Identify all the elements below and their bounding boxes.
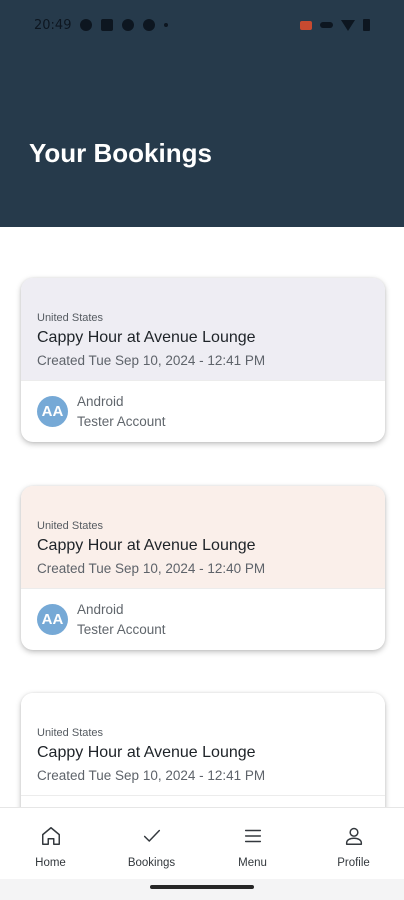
notification-icon: [80, 19, 93, 31]
bottom-nav: Home Bookings Menu Profile: [0, 807, 404, 879]
user-last-name: Tester Account: [77, 413, 166, 429]
booking-title: Cappy Hour at Avenue Lounge: [37, 744, 256, 761]
nav-bookings-label: Bookings: [127, 857, 176, 869]
booking-country: United States: [37, 312, 104, 324]
booking-title: Cappy Hour at Avenue Lounge: [37, 537, 256, 554]
nav-home[interactable]: Home: [0, 808, 101, 879]
page-title: Your Bookings: [29, 138, 212, 168]
nav-profile-label: Profile: [337, 857, 370, 869]
user-first-name: Android: [77, 601, 124, 617]
android-icon: [143, 19, 156, 31]
more-notifications-icon: [164, 23, 169, 27]
booking-user: AA Android Tester Account: [21, 380, 385, 442]
app-notification-icon: [101, 19, 114, 31]
booking-created: Created Tue Sep 10, 2024 - 12:41 PM: [37, 353, 266, 368]
gesture-handle[interactable]: [150, 885, 254, 889]
booking-user: [21, 795, 385, 807]
status-right: [300, 19, 370, 31]
nav-bookings[interactable]: Bookings: [101, 808, 202, 879]
nav-menu[interactable]: Menu: [202, 808, 303, 879]
booking-title: Cappy Hour at Avenue Lounge: [37, 329, 256, 346]
check-icon: [141, 825, 163, 847]
booking-card[interactable]: United States Cappy Hour at Avenue Loung…: [21, 486, 385, 650]
user-last-name: Tester Account: [77, 621, 166, 637]
user-first-name: Android: [77, 393, 124, 409]
cast-icon: [300, 20, 312, 30]
nav-profile[interactable]: Profile: [303, 808, 404, 879]
booking-created: Created Tue Sep 10, 2024 - 12:41 PM: [37, 768, 266, 783]
media-icon: [122, 19, 135, 31]
home-icon: [40, 825, 62, 847]
avatar: AA: [37, 604, 68, 635]
booking-card-header: United States Cappy Hour at Avenue Loung…: [21, 486, 385, 588]
booking-created: Created Tue Sep 10, 2024 - 12:40 PM: [37, 561, 266, 576]
user-name: Android Tester Account: [77, 392, 166, 432]
gesture-area: [0, 879, 404, 900]
nav-home-label: Home: [35, 857, 66, 869]
battery-icon: [363, 19, 370, 31]
status-left: 20:49: [34, 17, 169, 33]
nav-menu-label: Menu: [238, 857, 267, 869]
booking-user: AA Android Tester Account: [21, 588, 385, 650]
booking-card-header: United States Cappy Hour at Avenue Loung…: [21, 278, 385, 380]
booking-country: United States: [37, 520, 104, 532]
bookings-list[interactable]: United States Cappy Hour at Avenue Loung…: [0, 227, 404, 807]
profile-icon: [343, 825, 365, 847]
user-name: Android Tester Account: [77, 600, 166, 640]
status-bar: 20:49: [0, 0, 404, 50]
booking-card-header: United States Cappy Hour at Avenue Loung…: [21, 693, 385, 795]
header: 20:49 Your Bookings: [0, 0, 404, 227]
avatar: AA: [37, 396, 68, 427]
booking-country: United States: [37, 727, 104, 739]
status-time: 20:49: [34, 17, 72, 33]
menu-icon: [242, 825, 264, 847]
booking-card[interactable]: United States Cappy Hour at Avenue Loung…: [21, 278, 385, 442]
wifi-icon: [341, 19, 355, 31]
link-icon: [320, 22, 333, 28]
booking-card[interactable]: United States Cappy Hour at Avenue Loung…: [21, 693, 385, 807]
